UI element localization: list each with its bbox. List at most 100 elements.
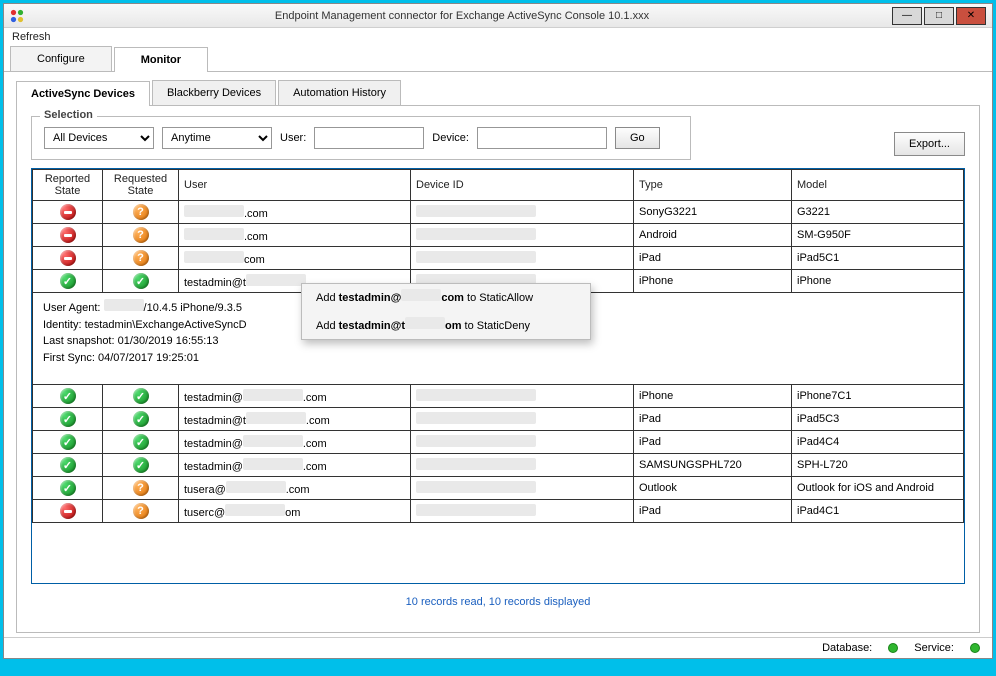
selection-legend: Selection [40,109,97,121]
cell-model: SM-G950F [792,224,964,247]
allowed-icon [133,273,149,289]
export-button[interactable]: Export... [894,132,965,156]
blocked-icon [60,227,76,243]
top-tabs: Configure Monitor [4,46,992,72]
cell-device-id [411,385,634,408]
table-row[interactable]: testadmin@.comiPhoneiPhone7C1 [33,385,964,408]
panel-activesync: Selection All Devices Anytime User: Devi… [16,106,980,633]
detail-row: Add testadmin@com to StaticAllow Add tes… [33,293,964,385]
time-select[interactable]: Anytime [162,127,272,149]
cell-type: Android [634,224,792,247]
cell-requested [103,500,179,523]
allowed-icon [133,411,149,427]
user-input[interactable] [314,127,424,149]
app-window: Endpoint Management connector for Exchan… [3,3,993,659]
cell-type: iPad [634,247,792,270]
cell-device-id [411,247,634,270]
cell-type: SAMSUNGSPHL720 [634,454,792,477]
blocked-icon [60,204,76,220]
cell-type: iPad [634,500,792,523]
table-row[interactable]: .comAndroidSM-G950F [33,224,964,247]
menu-add-static-allow[interactable]: Add testadmin@com to StaticAllow [302,284,590,312]
menu-add-static-deny[interactable]: Add testadmin@tom to StaticDeny [302,312,590,340]
context-menu: Add testadmin@com to StaticAllow Add tes… [301,283,591,340]
cell-reported [33,431,103,454]
cell-requested [103,270,179,293]
allowed-icon [60,388,76,404]
table-row[interactable]: comiPadiPad5C1 [33,247,964,270]
redacted-text [225,504,285,516]
menu-bar: Refresh [4,28,992,46]
menu-refresh[interactable]: Refresh [12,31,51,43]
redacted-text [405,317,445,329]
maximize-button[interactable]: □ [924,7,954,25]
device-table: Reported State Requested State User Devi… [32,169,964,523]
header-row: Reported State Requested State User Devi… [33,170,964,201]
app-icon [10,9,24,23]
tab-monitor[interactable]: Monitor [114,47,208,72]
col-reported-state[interactable]: Reported State [33,170,103,201]
detail-first-sync: First Sync: 04/07/2017 19:25:01 [43,350,953,367]
table-row[interactable]: .comSonyG3221G3221 [33,201,964,224]
table-row[interactable]: tusera@.comOutlookOutlook for iOS and An… [33,477,964,500]
cell-type: iPad [634,408,792,431]
redacted-text [416,458,536,470]
allowed-icon [60,434,76,450]
table-row[interactable]: testadmin@t.comiPadiPad5C3 [33,408,964,431]
tab-automation-history[interactable]: Automation History [278,80,401,105]
col-model[interactable]: Model [792,170,964,201]
cell-model: iPad4C1 [792,500,964,523]
cell-model: iPhone7C1 [792,385,964,408]
table-row[interactable]: testadmin@.comSAMSUNGSPHL720SPH-L720 [33,454,964,477]
tab-configure[interactable]: Configure [10,46,112,71]
cell-reported [33,477,103,500]
redacted-text [184,251,244,263]
redacted-text [416,435,536,447]
cell-reported [33,270,103,293]
cell-user: tuserc@om [179,500,411,523]
cell-model: G3221 [792,201,964,224]
redacted-text [416,504,536,516]
close-button[interactable]: ✕ [956,7,986,25]
col-user[interactable]: User [179,170,411,201]
col-requested-state[interactable]: Requested State [103,170,179,201]
cell-device-id [411,201,634,224]
cell-requested [103,454,179,477]
allowed-icon [60,411,76,427]
redacted-text [416,481,536,493]
allowed-icon [60,273,76,289]
cell-model: SPH-L720 [792,454,964,477]
redacted-text [226,481,286,493]
table-row[interactable]: tuserc@om iPadiPad4C1 [33,500,964,523]
redacted-text [246,412,306,424]
device-label: Device: [432,132,469,144]
cell-user: com [179,247,411,270]
cell-reported [33,454,103,477]
col-type[interactable]: Type [634,170,792,201]
unknown-icon [133,204,149,220]
cell-type: SonyG3221 [634,201,792,224]
minimize-button[interactable]: — [892,7,922,25]
unknown-icon [133,227,149,243]
detail-box: Add testadmin@com to StaticAllow Add tes… [33,293,963,384]
table-row[interactable]: testadmin@.comiPadiPad4C4 [33,431,964,454]
redacted-text [243,389,303,401]
device-input[interactable] [477,127,607,149]
tab-activesync-devices[interactable]: ActiveSync Devices [16,81,150,106]
redacted-text [184,205,244,217]
detail-user-agent-value: /10.4.5 iPhone/9.3.5 [144,302,242,314]
content-area: ActiveSync Devices Blackberry Devices Au… [4,72,992,637]
scope-select[interactable]: All Devices [44,127,154,149]
cell-requested [103,224,179,247]
cell-reported [33,385,103,408]
tab-blackberry-devices[interactable]: Blackberry Devices [152,80,276,105]
col-device-id[interactable]: Device ID [411,170,634,201]
redacted-text [416,251,536,263]
go-button[interactable]: Go [615,127,660,149]
cell-user: testadmin@t.com [179,408,411,431]
redacted-text [416,412,536,424]
allowed-icon [133,457,149,473]
sub-tabs: ActiveSync Devices Blackberry Devices Au… [16,80,980,106]
cell-requested [103,247,179,270]
cell-requested [103,201,179,224]
